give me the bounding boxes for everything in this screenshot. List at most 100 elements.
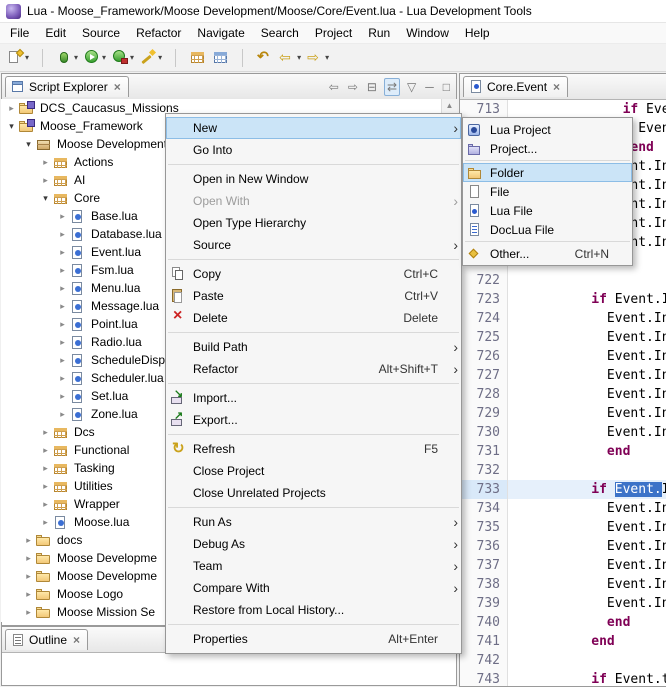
menu-item-refresh[interactable]: RefreshF5 [166, 438, 461, 460]
twistie-icon[interactable]: ▸ [39, 499, 52, 510]
last-edit-location-button[interactable] [253, 47, 276, 69]
close-icon[interactable]: × [114, 82, 121, 92]
menubar-source[interactable]: Source [74, 24, 128, 42]
code-line[interactable]: 739 Event.In [460, 594, 666, 613]
twistie-icon[interactable]: ▸ [22, 589, 35, 600]
twistie-icon[interactable]: ▸ [56, 409, 69, 420]
menu-item-open-with[interactable]: Open With› [166, 190, 461, 212]
code-line[interactable]: 742 [460, 651, 666, 670]
dropdown-caret-icon[interactable]: ▾ [102, 53, 106, 62]
menu-item-close-unrelated-projects[interactable]: Close Unrelated Projects [166, 482, 461, 504]
menu-item-project[interactable]: Project... [463, 139, 632, 158]
menu-item-new[interactable]: New› [166, 117, 461, 139]
twistie-icon[interactable]: ▾ [39, 193, 52, 204]
menu-item-go-into[interactable]: Go Into [166, 139, 461, 161]
dropdown-caret-icon[interactable]: ▾ [297, 53, 301, 62]
collapse-all-icon[interactable]: ⊟ [365, 79, 379, 95]
twistie-icon[interactable]: ▸ [22, 535, 35, 546]
tab-outline[interactable]: Outline × [5, 629, 88, 650]
code-line[interactable]: 741 end [460, 632, 666, 651]
menu-item-other[interactable]: Other...Ctrl+N [463, 244, 632, 263]
table-view-button[interactable] [186, 47, 209, 69]
twistie-icon[interactable]: ▸ [56, 211, 69, 222]
twistie-icon[interactable]: ▾ [22, 139, 35, 150]
back-icon[interactable]: ⇦ [327, 79, 341, 95]
twistie-icon[interactable]: ▸ [39, 463, 52, 474]
twistie-icon[interactable]: ▸ [39, 427, 52, 438]
menu-item-refactor[interactable]: RefactorAlt+Shift+T› [166, 358, 461, 380]
forward-history-button[interactable]: ▾ [304, 47, 332, 69]
code-line[interactable]: 735 Event.In [460, 518, 666, 537]
code-line[interactable]: 728 Event.In [460, 385, 666, 404]
twistie-icon[interactable]: ▸ [56, 355, 69, 366]
twistie-icon[interactable]: ▸ [22, 607, 35, 618]
twistie-icon[interactable]: ▸ [56, 265, 69, 276]
twistie-icon[interactable]: ▸ [56, 319, 69, 330]
dropdown-caret-icon[interactable]: ▾ [130, 53, 134, 62]
menu-item-open-type-hierarchy[interactable]: Open Type Hierarchy [166, 212, 461, 234]
code-line[interactable]: 733 if Event.In [460, 480, 666, 499]
menu-item-debug-as[interactable]: Debug As› [166, 533, 461, 555]
dropdown-caret-icon[interactable]: ▾ [25, 53, 29, 62]
debug-button[interactable]: ▾ [53, 47, 81, 69]
menu-item-import[interactable]: Import... [166, 387, 461, 409]
code-line[interactable]: 723 if Event.I [460, 290, 666, 309]
code-line[interactable]: 730 Event.In [460, 423, 666, 442]
code-line[interactable]: 732 [460, 461, 666, 480]
twistie-icon[interactable]: ▾ [5, 121, 18, 132]
twistie-icon[interactable]: ▸ [56, 301, 69, 312]
code-line[interactable]: 740 end [460, 613, 666, 632]
dropdown-caret-icon[interactable]: ▾ [74, 53, 78, 62]
maximize-icon[interactable]: □ [441, 79, 452, 95]
menubar-help[interactable]: Help [457, 24, 498, 42]
menubar-edit[interactable]: Edit [37, 24, 74, 42]
code-line[interactable]: 736 Event.In [460, 537, 666, 556]
twistie-icon[interactable]: ▸ [56, 229, 69, 240]
code-line[interactable]: 727 Event.In [460, 366, 666, 385]
menu-item-source[interactable]: Source› [166, 234, 461, 256]
menu-item-paste[interactable]: PasteCtrl+V [166, 285, 461, 307]
menubar-window[interactable]: Window [398, 24, 457, 42]
view-menu-icon[interactable]: ▽ [405, 79, 418, 95]
menu-item-doclua-file[interactable]: DocLua File [463, 220, 632, 239]
close-icon[interactable]: × [73, 635, 80, 645]
code-line[interactable]: 734 Event.In [460, 499, 666, 518]
menu-item-file[interactable]: File [463, 182, 632, 201]
menubar-search[interactable]: Search [253, 24, 307, 42]
link-with-editor-icon[interactable]: ⇄ [384, 78, 400, 96]
menu-item-restore-from-local-history[interactable]: Restore from Local History... [166, 599, 461, 621]
twistie-icon[interactable]: ▸ [5, 103, 18, 114]
menu-item-copy[interactable]: CopyCtrl+C [166, 263, 461, 285]
table-edit-button[interactable] [209, 47, 232, 69]
scroll-up-icon[interactable]: ▲ [442, 99, 457, 113]
code-line[interactable]: 738 Event.In [460, 575, 666, 594]
twistie-icon[interactable]: ▸ [39, 445, 52, 456]
back-history-button[interactable]: ▾ [276, 47, 304, 69]
twistie-icon[interactable]: ▸ [39, 175, 52, 186]
twistie-icon[interactable]: ▸ [56, 391, 69, 402]
menu-item-compare-with[interactable]: Compare With› [166, 577, 461, 599]
code-line[interactable]: 729 Event.In [460, 404, 666, 423]
menu-item-team[interactable]: Team› [166, 555, 461, 577]
twistie-icon[interactable]: ▸ [22, 553, 35, 564]
forward-icon[interactable]: ⇨ [346, 79, 360, 95]
menubar-run[interactable]: Run [360, 24, 398, 42]
code-line[interactable]: 743 if Event.ta [460, 670, 666, 686]
menu-item-export[interactable]: Export... [166, 409, 461, 431]
twistie-icon[interactable]: ▸ [39, 157, 52, 168]
menu-item-close-project[interactable]: Close Project [166, 460, 461, 482]
menu-item-folder[interactable]: Folder [463, 163, 632, 182]
menu-item-open-in-new-window[interactable]: Open in New Window [166, 168, 461, 190]
twistie-icon[interactable]: ▸ [56, 283, 69, 294]
menu-item-lua-project[interactable]: Lua Project [463, 120, 632, 139]
menubar-project[interactable]: Project [307, 24, 360, 42]
tab-core-event[interactable]: Core.Event × [463, 76, 568, 97]
menu-item-build-path[interactable]: Build Path› [166, 336, 461, 358]
search-wand-button[interactable]: ▾ [137, 47, 165, 69]
code-line[interactable]: 737 Event.In [460, 556, 666, 575]
twistie-icon[interactable]: ▸ [39, 517, 52, 528]
code-line[interactable]: 722 [460, 271, 666, 290]
close-icon[interactable]: × [553, 82, 560, 92]
minimize-icon[interactable]: ─ [423, 79, 436, 95]
tab-script-explorer[interactable]: Script Explorer × [5, 76, 129, 97]
